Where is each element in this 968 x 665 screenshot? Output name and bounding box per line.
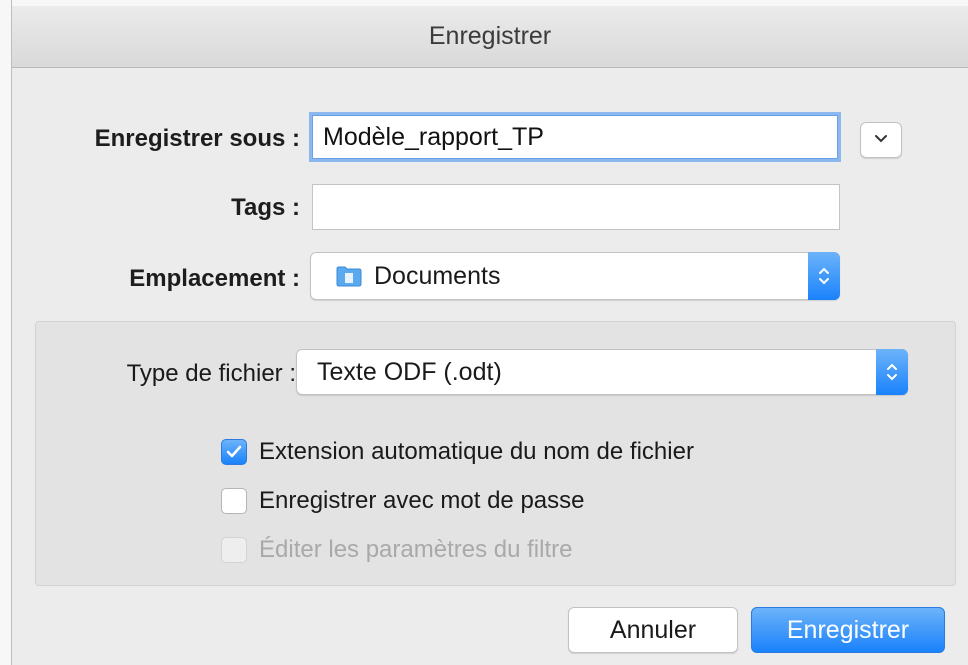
filename-input[interactable]: Modèle_rapport_TP [312,115,838,159]
expand-dialog-button[interactable] [860,122,902,158]
tags-input[interactable] [312,184,840,230]
password-label: Enregistrer avec mot de passe [259,487,585,514]
file-type-label: Type de fichier : [126,360,296,387]
filter-settings-checkbox [221,537,247,563]
popup-stepper-icon [808,252,840,300]
password-checkbox[interactable] [221,488,247,514]
password-option[interactable]: Enregistrer avec mot de passe [221,487,585,515]
folder-icon [336,265,362,287]
cancel-button[interactable]: Annuler [568,607,738,653]
location-label: Emplacement : [129,265,300,292]
tags-label: Tags : [231,194,300,221]
auto-extension-checkbox[interactable] [221,439,247,465]
filter-settings-option: Éditer les paramètres du filtre [221,536,572,564]
dialog-title: Enregistrer [12,6,968,68]
save-as-label: Enregistrer sous : [94,125,300,152]
popup-stepper-icon [876,349,908,395]
auto-extension-label: Extension automatique du nom de fichier [259,438,694,465]
file-type-value: Texte ODF (.odt) [317,357,502,386]
auto-extension-option[interactable]: Extension automatique du nom de fichier [221,438,694,466]
chevron-down-icon [874,131,888,149]
save-dialog: Enregistrer Enregistrer sous : Modèle_ra… [12,6,968,665]
location-popup[interactable]: Documents [310,252,840,300]
location-value: Documents [374,261,501,290]
checkmark-icon [226,445,242,458]
filter-settings-label: Éditer les paramètres du filtre [259,536,573,563]
save-button[interactable]: Enregistrer [751,607,945,653]
background-window-edge-left [0,0,12,665]
file-type-popup[interactable]: Texte ODF (.odt) [296,349,908,395]
options-panel: Type de fichier : Texte ODF (.odt) Exten… [35,321,956,586]
